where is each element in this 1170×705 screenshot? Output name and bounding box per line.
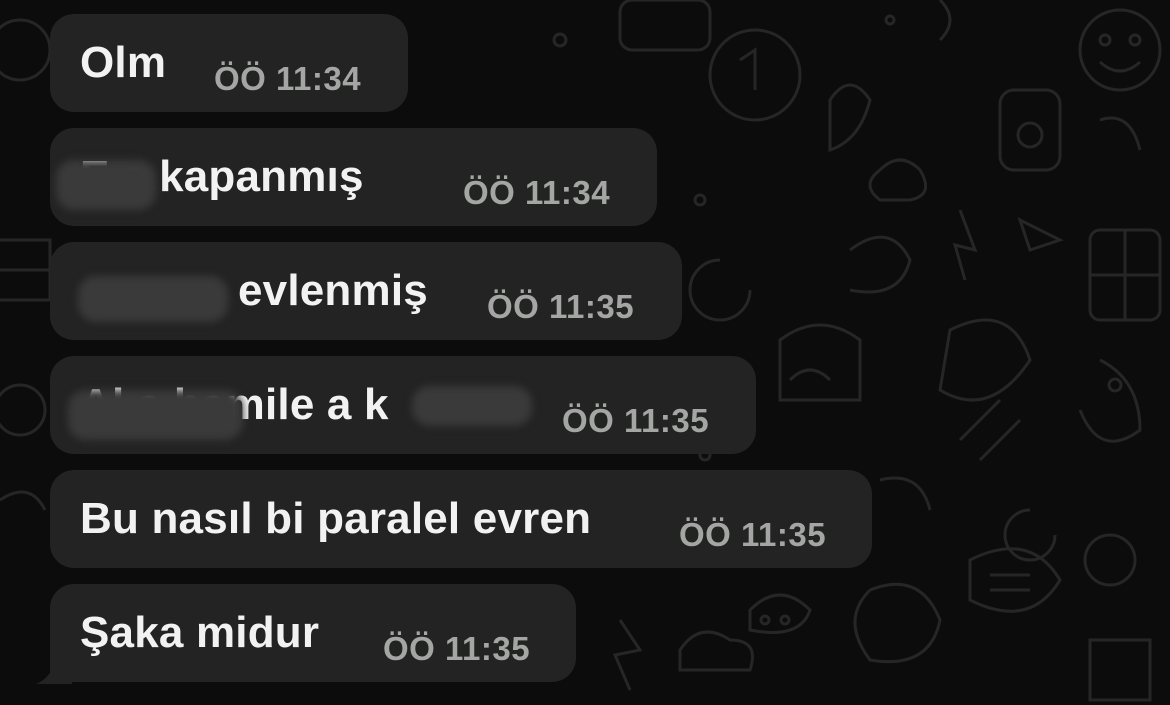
message-timestamp: ÖÖ 11:35: [383, 630, 531, 667]
message-timestamp: ÖÖ 11:35: [562, 402, 710, 439]
bubble-tail-icon: [36, 648, 72, 684]
redaction-scribble: [412, 386, 532, 426]
message-text: Bu nasıl bi paralel evren: [80, 494, 592, 543]
message-bubble[interactable]: Şaka midur ÖÖ 11:35: [50, 584, 576, 682]
redaction-scribble: [78, 276, 228, 322]
message-bubble[interactable]: Olm ÖÖ 11:34: [50, 14, 408, 112]
message-timestamp: ÖÖ 11:35: [679, 516, 827, 553]
message-timestamp: ÖÖ 11:35: [487, 288, 635, 325]
message-bubble[interactable]: evlenmiş ÖÖ 11:35: [50, 242, 682, 340]
message-bubble[interactable]: Bu nasıl bi paralel evren ÖÖ 11:35: [50, 470, 872, 568]
message-timestamp: ÖÖ 11:34: [463, 174, 611, 211]
redaction-scribble: [68, 390, 243, 440]
message-bubble[interactable]: Al a hamile a k ÖÖ 11:35: [50, 356, 756, 454]
redaction-scribble: [56, 160, 156, 210]
message-timestamp: ÖÖ 11:34: [214, 60, 362, 97]
chat-view: Olm ÖÖ 11:34 E a kapanmış ÖÖ 11:34 evlen…: [0, 0, 1170, 705]
message-text: Şaka midur: [80, 608, 320, 657]
message-text: Olm: [80, 38, 167, 87]
message-text: evlenmiş: [238, 266, 428, 315]
message-bubble[interactable]: E a kapanmış ÖÖ 11:34: [50, 128, 657, 226]
